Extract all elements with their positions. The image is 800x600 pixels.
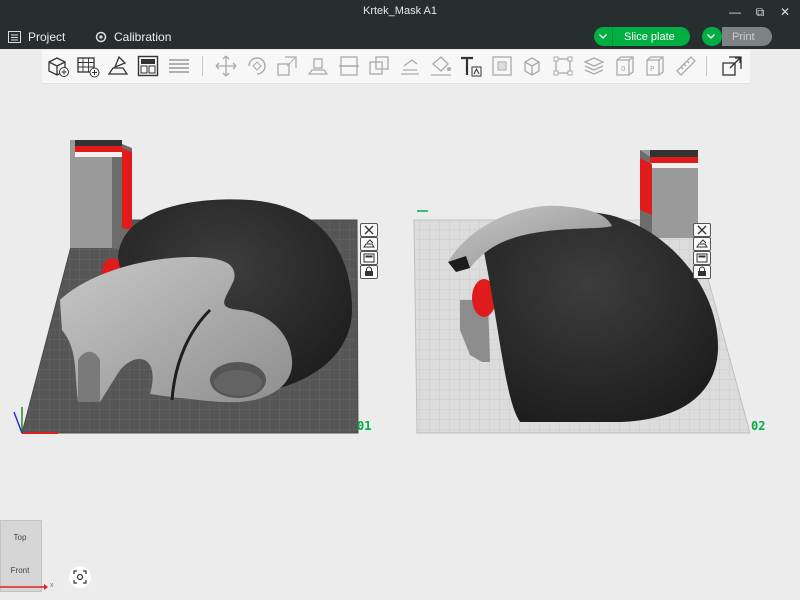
scale-button[interactable] <box>275 54 299 78</box>
menu-bar: Project Calibration Slice plate Print <box>0 24 800 49</box>
boolean-icon <box>369 56 389 75</box>
add-plate-button[interactable] <box>76 54 100 78</box>
add-plate-icon <box>77 57 100 78</box>
svg-text:P: P <box>650 65 654 73</box>
auto-orient-button[interactable] <box>106 54 130 78</box>
layers-button[interactable] <box>167 54 191 78</box>
export-button[interactable] <box>720 54 744 78</box>
rotate-button[interactable] <box>245 54 269 78</box>
auto-orient-icon <box>696 239 708 248</box>
text-button[interactable] <box>459 54 483 78</box>
split-parts-button[interactable] <box>551 54 575 78</box>
assembly-button[interactable]: 0 <box>613 54 637 78</box>
toolbar-separator <box>202 56 203 76</box>
export-icon <box>722 56 742 76</box>
build-plate-1[interactable] <box>13 140 359 434</box>
scene-canvas[interactable] <box>0 84 800 600</box>
navcube-front-label: Front <box>10 566 30 575</box>
lay-on-face-icon <box>307 58 329 75</box>
text-icon <box>461 56 482 77</box>
recenter-view-button[interactable] <box>69 566 91 588</box>
measure-icon <box>676 56 696 76</box>
plate-view-button[interactable]: P <box>643 54 667 78</box>
project-label: Project <box>28 29 66 44</box>
color-paint-button[interactable] <box>429 54 453 78</box>
split-parts-icon <box>553 56 573 76</box>
print-dropdown[interactable] <box>702 27 722 46</box>
slice-plate-button[interactable]: Slice plate <box>594 27 690 46</box>
close-icon <box>697 225 707 235</box>
rotate-icon <box>248 57 266 75</box>
plate-number-1[interactable]: 01 <box>357 419 371 433</box>
plate1-arrange-button[interactable] <box>360 251 378 265</box>
arrange-button[interactable] <box>136 54 160 78</box>
auto-orient-icon <box>107 55 129 75</box>
print-label: Print <box>732 30 755 43</box>
close-button[interactable]: ✕ <box>770 0 800 24</box>
window-title: Krtek_Mask A1 <box>363 5 437 17</box>
support-paint-button[interactable] <box>398 54 422 78</box>
variable-height-icon <box>583 57 605 75</box>
plate2-lock-button[interactable] <box>693 265 711 279</box>
layers-icon <box>169 59 189 73</box>
print-button[interactable]: Print <box>722 27 772 46</box>
auto-orient-icon <box>363 239 375 248</box>
move-icon <box>215 55 237 77</box>
build-plate-2[interactable] <box>413 150 751 434</box>
calibration-icon <box>95 31 107 42</box>
main-toolbar: 0 P <box>42 50 750 84</box>
plate2-orient-button[interactable] <box>693 237 711 251</box>
lay-on-face-button[interactable] <box>306 54 330 78</box>
support-paint-icon <box>401 59 419 75</box>
plate2-arrange-button[interactable] <box>693 251 711 265</box>
split-objects-icon <box>524 57 540 76</box>
recenter-icon <box>73 570 87 584</box>
add-object-button[interactable] <box>46 54 70 78</box>
measure-button[interactable] <box>674 54 698 78</box>
plate1-lock-button[interactable] <box>360 265 378 279</box>
calibration-menu[interactable]: Calibration <box>95 28 171 45</box>
title-bar: Krtek_Mask A1 — ⧉ ✕ <box>0 0 800 24</box>
lock-icon <box>698 266 706 276</box>
arrange-icon <box>696 253 708 263</box>
variable-height-button[interactable] <box>582 54 606 78</box>
lock-icon <box>365 266 373 276</box>
svg-text:0: 0 <box>621 65 625 73</box>
scale-icon <box>277 56 297 76</box>
project-icon <box>8 30 21 43</box>
3d-viewport[interactable]: 01 02 <box>0 84 800 600</box>
boolean-button[interactable] <box>367 54 391 78</box>
chevron-down-icon <box>707 34 715 39</box>
project-menu[interactable]: Project <box>8 28 65 45</box>
navigation-cube[interactable]: Top Front <box>0 520 42 592</box>
cut-icon <box>339 56 359 76</box>
emboss-button[interactable] <box>490 54 514 78</box>
cut-button[interactable] <box>337 54 361 78</box>
close-icon <box>364 225 374 235</box>
emboss-icon <box>492 56 512 76</box>
color-paint-icon <box>431 56 451 76</box>
slice-dropdown[interactable] <box>594 27 612 46</box>
add-object-icon <box>48 57 69 77</box>
chevron-down-icon <box>599 34 607 39</box>
x-axis-indicator <box>0 584 48 590</box>
plate1-orient-button[interactable] <box>360 237 378 251</box>
plate-view-icon: P <box>646 56 664 76</box>
arrange-icon <box>363 253 375 263</box>
slice-plate-label: Slice plate <box>624 30 675 43</box>
navcube-top-label: Top <box>13 533 27 542</box>
toolbar-separator <box>706 56 707 76</box>
plate-number-2[interactable]: 02 <box>751 419 765 433</box>
assembly-icon: 0 <box>616 56 634 76</box>
arrange-icon <box>137 55 159 77</box>
x-axis-label: x <box>50 582 54 589</box>
calibration-label: Calibration <box>114 29 172 44</box>
plate2-delete-button[interactable] <box>693 223 711 237</box>
split-objects-button[interactable] <box>521 54 545 78</box>
plate1-delete-button[interactable] <box>360 223 378 237</box>
move-button[interactable] <box>214 54 238 78</box>
